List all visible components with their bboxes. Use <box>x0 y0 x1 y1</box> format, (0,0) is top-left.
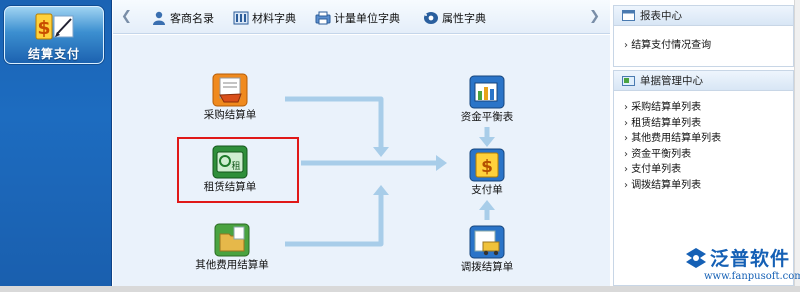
scroll-right-icon[interactable]: ❯ <box>589 9 600 24</box>
other-expense-settlement-icon <box>214 223 250 257</box>
unit-dictionary-icon <box>315 11 331 25</box>
module-panel: $ 结算支付 <box>0 0 112 286</box>
doc-link-other-expense-settlement-list[interactable]: 其他费用结算单列表 <box>624 131 793 147</box>
svg-text:$: $ <box>481 157 493 177</box>
document-center-title: 单据管理中心 <box>640 75 703 87</box>
arrowhead-balance <box>479 137 495 147</box>
fund-balance-chart-icon <box>469 75 505 109</box>
other-expense-settlement-label: 其他费用结算单 <box>195 259 269 271</box>
transfer-settlement-label: 调拨结算单 <box>460 261 514 273</box>
toolbar-unit-dictionary-label: 计量单位字典 <box>334 12 400 25</box>
toolbar-materials-dictionary[interactable]: 材料字典 <box>233 9 296 27</box>
purchase-settlement-icon <box>212 73 248 107</box>
flow-canvas: 采购结算单 租 租赁结算单 其他费用结算单 资金平衡表 $ 支付单 调拨结算单 <box>113 35 610 286</box>
selected-node-highlight <box>177 137 299 203</box>
toolbar-unit-dictionary[interactable]: 计量单位字典 <box>315 9 400 27</box>
arrowhead-purchase <box>373 147 389 157</box>
attribute-dictionary-icon <box>424 12 438 24</box>
fanpu-logo-icon <box>686 248 706 268</box>
document-center-icon <box>622 76 635 86</box>
doc-link-purchase-settlement-list[interactable]: 采购结算单列表 <box>624 100 793 116</box>
scroll-left-icon[interactable]: ❮ <box>121 9 132 24</box>
arrowhead-transfer <box>479 200 495 210</box>
module-label: 结算支付 <box>27 47 80 61</box>
node-other-expense-settlement[interactable]: 其他费用结算单 <box>195 223 269 271</box>
watermark-name: 泛普软件 <box>710 248 791 270</box>
report-center-header: 报表中心 <box>614 6 793 26</box>
toolbar-contacts[interactable]: 客商名录 <box>151 9 214 27</box>
settlement-payment-icon: $ <box>35 13 74 40</box>
document-center-header: 单据管理中心 <box>614 71 793 91</box>
toolbar-contacts-label: 客商名录 <box>170 12 214 25</box>
settlement-module-tile[interactable]: $ 结算支付 <box>4 6 104 64</box>
arrow-purchase-to-payment <box>285 96 384 149</box>
doc-link-fund-balance-list[interactable]: 资金平衡列表 <box>624 147 793 163</box>
report-center-title: 报表中心 <box>640 10 682 22</box>
node-transfer-settlement[interactable]: 调拨结算单 <box>450 225 524 273</box>
fanpu-watermark: 泛普软件 www.fanpusoft.com <box>676 244 800 288</box>
fund-balance-sheet-label: 资金平衡表 <box>460 111 514 123</box>
payment-order-label: 支付单 <box>471 184 503 196</box>
materials-dictionary-icon <box>233 11 249 25</box>
doc-link-transfer-settlement-list[interactable]: 调拨结算单列表 <box>624 178 793 194</box>
svg-text:$: $ <box>37 17 50 39</box>
payment-order-icon: $ <box>469 148 505 182</box>
toolbar-attribute-dictionary-label: 属性字典 <box>442 12 486 25</box>
doc-link-payment-order-list[interactable]: 支付单列表 <box>624 162 793 178</box>
quick-toolbar: ❮ 客商名录 材料字典 计量单位字典 属性字典 ❯ <box>113 0 610 34</box>
arrowhead-other <box>373 185 389 195</box>
doc-link-lease-settlement-list[interactable]: 租赁结算单列表 <box>624 116 793 132</box>
contacts-icon <box>153 11 165 25</box>
report-link-settlement-query[interactable]: 结算支付情况查询 <box>624 38 793 54</box>
toolbar-attribute-dictionary[interactable]: 属性字典 <box>423 9 486 27</box>
arrow-other-to-payment <box>285 193 384 247</box>
node-fund-balance-sheet[interactable]: 资金平衡表 <box>450 75 524 123</box>
watermark-url: www.fanpusoft.com <box>704 271 800 282</box>
node-purchase-settlement[interactable]: 采购结算单 <box>195 73 265 121</box>
report-center-icon <box>622 10 635 21</box>
report-center-panel: 报表中心 结算支付情况查询 <box>613 5 794 67</box>
toolbar-materials-dictionary-label: 材料字典 <box>252 12 296 25</box>
transfer-settlement-icon <box>469 225 505 259</box>
purchase-settlement-label: 采购结算单 <box>203 109 257 121</box>
arrowhead-lease <box>436 155 447 171</box>
node-payment-order[interactable]: $ 支付单 <box>455 148 519 196</box>
